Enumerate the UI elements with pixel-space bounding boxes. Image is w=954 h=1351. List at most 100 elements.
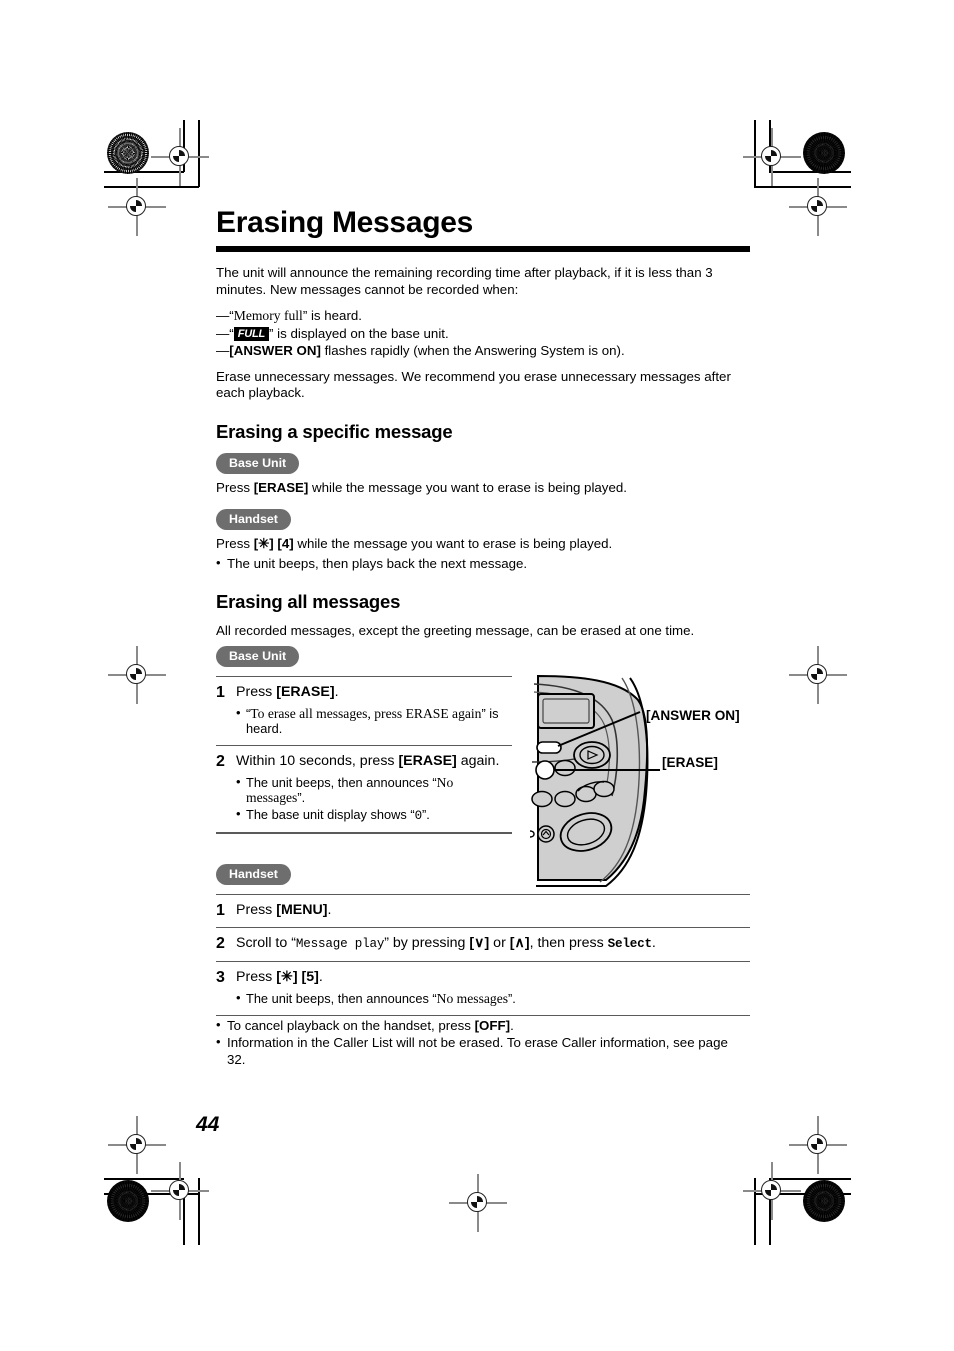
off-key-label: [OFF] xyxy=(474,1017,511,1033)
note-pre: To cancel playback on the handset, press xyxy=(227,1017,475,1033)
step-item: 3 Press [✳] [5]. The unit beeps, then an… xyxy=(216,962,750,1015)
erase-key-label: [ERASE] xyxy=(398,752,457,769)
step-text-post: . xyxy=(651,934,656,951)
control-button xyxy=(575,785,597,803)
note-item: The base unit display shows “0”. xyxy=(236,806,512,825)
note-post: . xyxy=(510,1017,514,1033)
step-text-pre: Press xyxy=(236,683,277,700)
crop-line xyxy=(198,120,200,187)
note-pre: The unit beeps, then announces “ xyxy=(246,774,437,790)
base-unit-steps: 1 Press [ERASE]. “To erase all messages,… xyxy=(216,675,512,834)
dash-marker: — xyxy=(216,343,230,358)
badge-base-unit: Base Unit xyxy=(216,645,300,667)
crop-line xyxy=(769,171,851,173)
specific-notes-list: The unit beeps, then plays back the next… xyxy=(216,555,750,573)
note-post: ”. xyxy=(508,991,516,1007)
condition-rest: is heard. xyxy=(307,308,362,323)
registration-mark xyxy=(789,646,847,704)
condition-item: —[ANSWER ON] flashes rapidly (when the A… xyxy=(216,342,750,360)
crop-line xyxy=(198,1178,200,1245)
digit-4-key-label: [4] xyxy=(277,535,294,551)
note-item: “To erase all messages, press ERASE agai… xyxy=(236,705,512,737)
condition-item: —“ FULL” is displayed on the base unit. xyxy=(216,325,750,343)
digit-5-key-label: [5] xyxy=(301,969,319,986)
note-pre: The unit beeps, then announces “ xyxy=(246,991,437,1007)
step-item: 2 Within 10 seconds, press [ERASE] again… xyxy=(216,746,512,833)
registration-mark xyxy=(108,1116,166,1174)
full-indicator-badge: FULL xyxy=(233,326,270,341)
title-underline-rule xyxy=(216,246,750,252)
display-value: 0 xyxy=(414,808,423,823)
instruction-post: while the message you want to erase is b… xyxy=(308,479,627,495)
adjacent-button xyxy=(554,759,576,777)
footer-notes-list: To cancel playback on the handset, press… xyxy=(216,1017,750,1069)
registration-mark xyxy=(789,1116,847,1174)
step-text-then: , then press xyxy=(529,934,608,951)
control-button xyxy=(554,790,576,808)
registration-mark xyxy=(449,1174,507,1232)
erase-key-label: [ERASE] xyxy=(253,479,309,495)
note-pre: The base unit display shows “ xyxy=(246,806,415,822)
registration-mark xyxy=(108,178,166,236)
step-text: Press [✳] [5]. xyxy=(236,968,750,987)
menu-key-label: [MENU] xyxy=(276,901,328,918)
erase-button xyxy=(535,760,555,780)
registration-mark xyxy=(743,128,801,186)
dash-marker: — xyxy=(216,308,230,323)
step-text-post: . xyxy=(334,683,339,700)
crop-line xyxy=(104,1178,184,1180)
badge-handset: Handset xyxy=(216,508,291,530)
note-item: The unit beeps, then announces “No messa… xyxy=(236,774,512,806)
intro-paragraph: The unit will announce the remaining rec… xyxy=(216,265,713,297)
crop-line xyxy=(104,1193,199,1195)
page-number: 44 xyxy=(196,1113,220,1136)
star-target-mark xyxy=(107,132,149,174)
star-target-mark xyxy=(803,1180,845,1222)
step-item: 2 Scroll to “Message play” by pressing [… xyxy=(216,928,750,961)
instruction-post: while the message you want to erase is b… xyxy=(293,535,613,551)
instruction-pre: Press xyxy=(216,479,254,495)
step-item: 1 Press [ERASE]. “To erase all messages,… xyxy=(216,677,512,745)
note-post: ”. xyxy=(297,790,306,806)
all-messages-intro: All recorded messages, except the greeti… xyxy=(216,623,695,638)
step-text-post: again. xyxy=(456,752,500,769)
control-button xyxy=(531,790,553,808)
note-item: Information in the Caller List will not … xyxy=(216,1034,750,1068)
note-item: To cancel playback on the handset, press… xyxy=(216,1017,750,1035)
condition-rest: is displayed on the base unit. xyxy=(273,325,449,341)
control-button xyxy=(593,780,615,798)
crop-line xyxy=(183,120,185,172)
menu-item-label: Message play xyxy=(295,936,385,951)
step-number: 1 xyxy=(216,683,225,701)
step-text-pre: Scroll to “ xyxy=(236,934,296,951)
star-target-mark xyxy=(107,1180,149,1222)
voice-prompt-text: No messages xyxy=(436,991,509,1007)
page-title: Erasing Messages xyxy=(216,206,473,239)
crop-line xyxy=(104,186,199,188)
step-text: Scroll to “Message play” by pressing [∨]… xyxy=(236,934,750,954)
condition-rest: flashes rapidly (when the Answering Syst… xyxy=(320,343,625,358)
down-key-label: [∨] xyxy=(469,934,490,951)
edge-button xyxy=(529,830,535,838)
manual-page: Erasing Messages The unit will announce … xyxy=(0,0,954,1351)
step-number: 1 xyxy=(216,901,225,919)
section-heading-specific: Erasing a specific message xyxy=(216,420,453,442)
voice-prompt-text: Memory full xyxy=(233,308,303,323)
registration-mark xyxy=(108,646,166,704)
registration-mark xyxy=(151,1162,209,1220)
step-text-mid: ” by pressing xyxy=(384,934,470,951)
step-notes: “To erase all messages, press ERASE agai… xyxy=(236,705,512,737)
note-item: The unit beeps, then plays back the next… xyxy=(216,555,750,573)
conditions-list: —“Memory full” is heard. —“ FULL” is disp… xyxy=(216,307,750,360)
dash-marker: — xyxy=(216,325,230,341)
crop-line xyxy=(769,1178,851,1180)
step-divider xyxy=(216,1014,750,1016)
up-key-label: [∧] xyxy=(509,934,530,951)
answer-on-key-label: [ANSWER ON] xyxy=(229,343,321,358)
step-notes: The unit beeps, then announces “No messa… xyxy=(236,774,512,825)
step-text: Press [ERASE]. xyxy=(236,683,512,702)
section-heading-all: Erasing all messages xyxy=(216,591,401,612)
crop-line xyxy=(769,120,771,172)
step-text-pre: Press xyxy=(236,901,277,918)
star-key-label: [✳] xyxy=(276,969,298,986)
